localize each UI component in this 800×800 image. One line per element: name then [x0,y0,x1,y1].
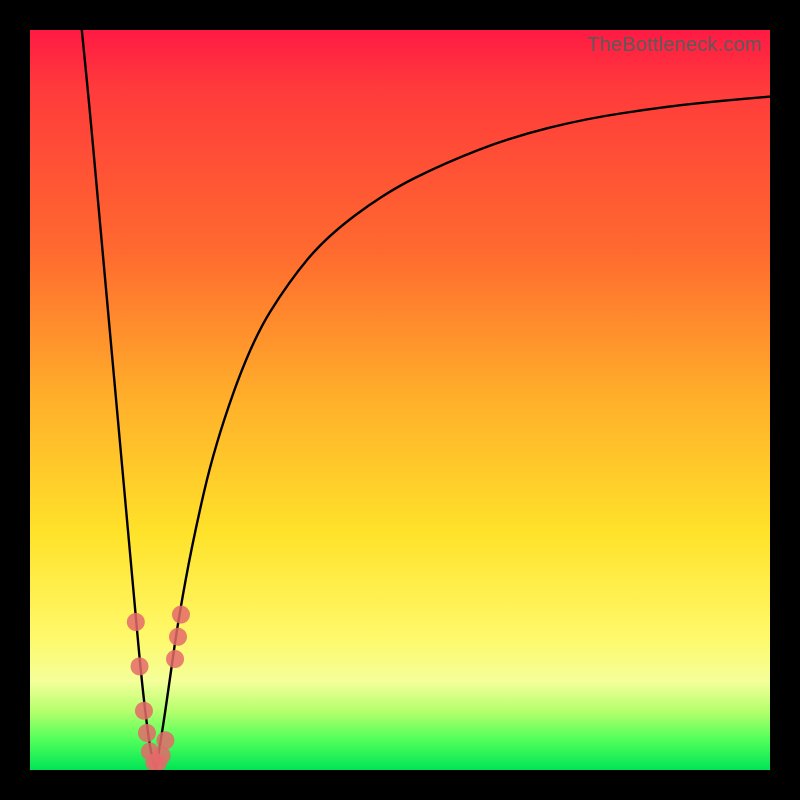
curve-right-branch [156,97,770,770]
data-point [135,702,153,720]
plot-area: TheBottleneck.com [30,30,770,770]
data-point [131,657,149,675]
data-point [166,650,184,668]
data-point [169,628,187,646]
data-points [127,606,190,770]
data-point [172,606,190,624]
chart-overlay [30,30,770,770]
bottleneck-curve [82,30,770,770]
data-point [127,613,145,631]
curve-left-branch [82,30,156,770]
data-point [156,731,174,749]
data-point [138,724,156,742]
chart-frame: TheBottleneck.com [0,0,800,800]
